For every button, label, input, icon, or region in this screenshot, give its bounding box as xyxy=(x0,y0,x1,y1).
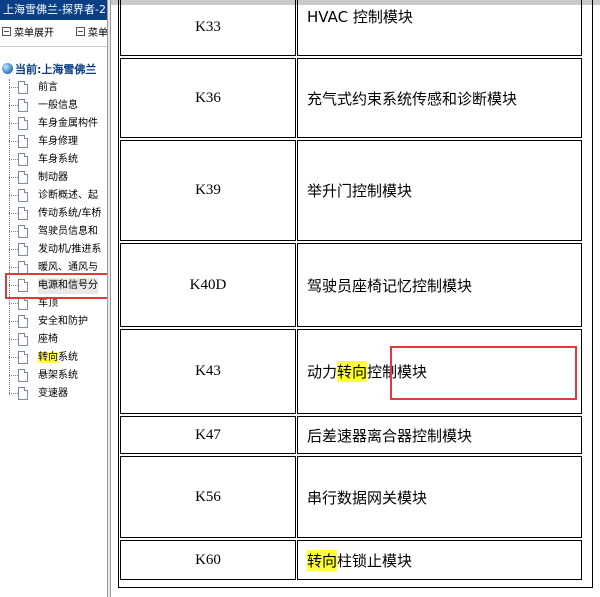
tree-item-label: 前言 xyxy=(38,82,58,93)
document-icon xyxy=(18,117,28,130)
tree-root[interactable]: 当前:上海雪佛兰 xyxy=(2,62,107,78)
search-highlight: 转向 xyxy=(337,361,368,382)
module-code-cell: K56 xyxy=(120,456,296,538)
expand-menu-label: 菜单展开 xyxy=(14,28,54,39)
tree-item-label: 发动机/推进系 xyxy=(38,244,102,255)
module-code-cell: K43 xyxy=(120,329,296,414)
module-code-cell: K36 xyxy=(120,58,296,138)
collapse-box-icon xyxy=(76,27,85,36)
module-name-cell: 串行数据网关模块 xyxy=(297,456,582,538)
tree-item-label: 传动系统/车桥 xyxy=(38,208,102,219)
pane-title: 上海雪佛兰-探界者-2 xyxy=(0,0,107,20)
tree-item-transmission[interactable]: 变速器 xyxy=(0,385,107,403)
tree-item-label: 制动器 xyxy=(38,172,68,183)
document-icon xyxy=(18,333,28,346)
module-name-cell: 举升门控制模块 xyxy=(297,140,582,241)
document-icon xyxy=(18,369,28,382)
module-table: K33 HVAC 控制模块 K36 充气式约束系统传感和诊断模块 K39 举升门… xyxy=(118,0,593,588)
tree-item-body-structure[interactable]: 车身金属构件 xyxy=(0,115,107,133)
document-icon xyxy=(18,153,28,166)
document-icon xyxy=(18,81,28,94)
document-icon xyxy=(18,207,28,220)
module-code-cell: K40D xyxy=(120,243,296,327)
content-pane: K33 HVAC 控制模块 K36 充气式约束系统传感和诊断模块 K39 举升门… xyxy=(111,0,600,597)
module-name-prefix: 动力 xyxy=(307,363,338,381)
tree-item-driver-info[interactable]: 驾驶员信息和 xyxy=(0,223,107,241)
document-icon xyxy=(18,243,28,256)
search-highlight: 转向 xyxy=(38,352,58,363)
module-name-cell: HVAC 控制模块 xyxy=(297,0,582,56)
tree-item-body-systems[interactable]: 车身系统 xyxy=(0,151,107,169)
tree-item-safety[interactable]: 安全和防护 xyxy=(0,313,107,331)
tree-item-engine[interactable]: 发动机/推进系 xyxy=(0,241,107,259)
tree-item-label: 车身修理 xyxy=(38,136,78,147)
tree-item-steering[interactable]: 转向系统 xyxy=(0,349,107,367)
module-code-cell: K47 xyxy=(120,416,296,454)
tree-item-body-repair[interactable]: 车身修理 xyxy=(0,133,107,151)
collapse-menu-label: 菜单 xyxy=(88,28,107,39)
module-name-cell: 充气式约束系统传感和诊断模块 xyxy=(297,58,582,138)
tree-item-label: 转向系统 xyxy=(38,350,78,366)
document-icon xyxy=(18,387,28,400)
document-icon xyxy=(18,315,28,328)
tree-item-general-info[interactable]: 一般信息 xyxy=(0,97,107,115)
module-name-suffix: 柱锁止模块 xyxy=(337,551,413,570)
document-icon xyxy=(18,225,28,238)
tree-item-label: 安全和防护 xyxy=(38,316,88,327)
tree-item-label: 悬架系统 xyxy=(38,370,78,381)
collapse-menu-button[interactable]: 菜单 xyxy=(76,27,107,41)
tree-item-driveline[interactable]: 传动系统/车桥 xyxy=(0,205,107,223)
document-icon xyxy=(18,135,28,148)
tree-item-label: 驾驶员信息和 xyxy=(38,226,98,237)
tree-item-label: 车身金属构件 xyxy=(38,118,98,129)
document-icon xyxy=(18,171,28,184)
tree-item-label: 一般信息 xyxy=(38,100,78,111)
tree-item-suspension[interactable]: 悬架系统 xyxy=(0,367,107,385)
document-icon xyxy=(18,99,28,112)
tree-item-diagnostics[interactable]: 诊断概述、起 xyxy=(0,187,107,205)
tree-root-label: 当前:上海雪佛兰 xyxy=(15,63,97,76)
search-highlight: 转向 xyxy=(307,549,338,571)
tree-item-brakes[interactable]: 制动器 xyxy=(0,169,107,187)
tree-item-label: 变速器 xyxy=(38,388,68,399)
module-name-cell: 后差速器离合器控制模块 xyxy=(297,416,582,454)
tree-toolbar: 菜单展开 菜单 xyxy=(0,22,107,47)
tree-item-preface[interactable]: 前言 xyxy=(0,79,107,97)
tree-item-label: 车身系统 xyxy=(38,154,78,165)
globe-icon xyxy=(2,63,13,74)
tree-item-seats[interactable]: 座椅 xyxy=(0,331,107,349)
expand-menu-button[interactable]: 菜单展开 xyxy=(2,27,54,41)
tree-item-label: 座椅 xyxy=(38,334,58,345)
document-icon xyxy=(18,351,28,364)
annotation-box-table xyxy=(390,346,577,400)
annotation-box-tree xyxy=(5,273,118,299)
document-icon xyxy=(18,189,28,202)
module-code-cell: K60 xyxy=(120,540,296,580)
tree-item-label-rest: 系统 xyxy=(58,352,78,363)
module-name-cell: 转向 柱锁止模块 xyxy=(297,540,582,580)
module-code-cell: K33 xyxy=(120,0,296,56)
module-code-cell: K39 xyxy=(120,140,296,241)
tree-item-label: 诊断概述、起 xyxy=(38,190,98,201)
module-name-cell: 驾驶员座椅记忆控制模块 xyxy=(297,243,582,327)
collapse-box-icon xyxy=(2,27,11,36)
